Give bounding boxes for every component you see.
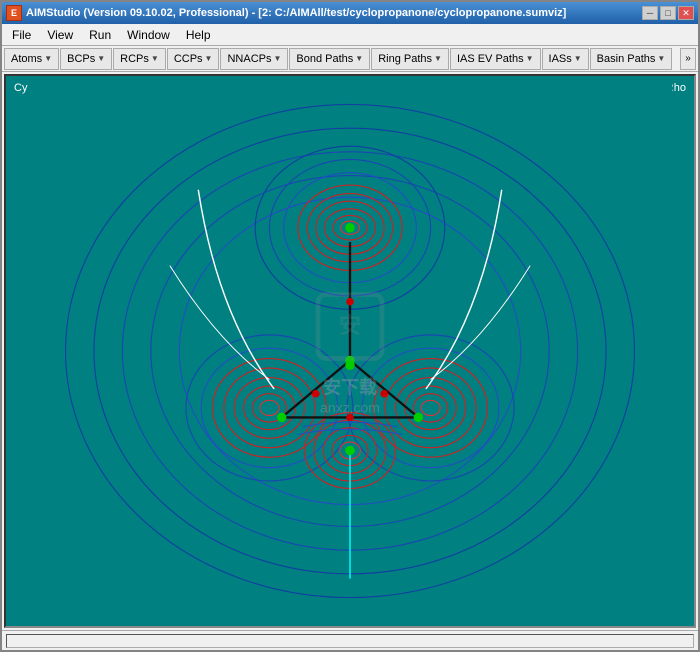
toolbar-iass-label: IASs bbox=[549, 53, 572, 65]
main-window: E AIMStudio (Version 09.10.02, Professio… bbox=[0, 0, 700, 652]
laplacian-visualization bbox=[6, 76, 694, 626]
ias-ev-paths-dropdown-arrow: ▼ bbox=[526, 54, 534, 63]
toolbar-ias-ev-paths-button[interactable]: IAS EV Paths ▼ bbox=[450, 48, 541, 70]
toolbar-basin-paths-label: Basin Paths bbox=[597, 53, 656, 65]
menu-item-view[interactable]: View bbox=[39, 26, 81, 44]
app-icon: E bbox=[6, 5, 22, 21]
toolbar-atoms-label: Atoms bbox=[11, 53, 42, 65]
title-bar: E AIMStudio (Version 09.10.02, Professio… bbox=[2, 2, 698, 24]
rcps-dropdown-arrow: ▼ bbox=[151, 54, 159, 63]
toolbar-rcps-button[interactable]: RCPs ▼ bbox=[113, 48, 166, 70]
bond-paths-dropdown-arrow: ▼ bbox=[355, 54, 363, 63]
toolbar-bcps-label: BCPs bbox=[67, 53, 95, 65]
toolbar-basin-paths-button[interactable]: Basin Paths ▼ bbox=[590, 48, 673, 70]
toolbar-overflow-button[interactable]: » bbox=[680, 48, 696, 70]
nnacps-dropdown-arrow: ▼ bbox=[273, 54, 281, 63]
bcps-dropdown-arrow: ▼ bbox=[97, 54, 105, 63]
status-bar bbox=[2, 630, 698, 650]
visualization-canvas[interactable]: Cyclopropanone HF/6-311G**/HF/6-311G** L… bbox=[4, 74, 696, 628]
window-title: AIMStudio (Version 09.10.02, Professiona… bbox=[26, 7, 566, 19]
toolbar-bond-paths-label: Bond Paths bbox=[296, 53, 353, 65]
title-controls: ─ □ ✕ bbox=[642, 6, 694, 20]
toolbar-iass-button[interactable]: IASs ▼ bbox=[542, 48, 589, 70]
menu-item-file[interactable]: File bbox=[4, 26, 39, 44]
toolbar: Atoms ▼ BCPs ▼ RCPs ▼ CCPs ▼ NNACPs ▼ Bo… bbox=[2, 46, 698, 72]
basin-paths-dropdown-arrow: ▼ bbox=[657, 54, 665, 63]
menu-bar: File View Run Window Help bbox=[2, 24, 698, 46]
toolbar-ring-paths-label: Ring Paths bbox=[378, 53, 432, 65]
toolbar-bcps-button[interactable]: BCPs ▼ bbox=[60, 48, 112, 70]
menu-item-help[interactable]: Help bbox=[178, 26, 219, 44]
toolbar-ias-ev-paths-label: IAS EV Paths bbox=[457, 53, 524, 65]
toolbar-nnacps-button[interactable]: NNACPs ▼ bbox=[220, 48, 288, 70]
iass-dropdown-arrow: ▼ bbox=[574, 54, 582, 63]
main-content: Cyclopropanone HF/6-311G**/HF/6-311G** L… bbox=[2, 72, 698, 630]
toolbar-atoms-button[interactable]: Atoms ▼ bbox=[4, 48, 59, 70]
menu-item-window[interactable]: Window bbox=[119, 26, 178, 44]
window-close-button[interactable]: ✕ bbox=[678, 6, 694, 20]
atoms-dropdown-arrow: ▼ bbox=[44, 54, 52, 63]
toolbar-ccps-button[interactable]: CCPs ▼ bbox=[167, 48, 220, 70]
window-minimize-button[interactable]: ─ bbox=[642, 6, 658, 20]
menu-item-run[interactable]: Run bbox=[81, 26, 119, 44]
ccps-dropdown-arrow: ▼ bbox=[205, 54, 213, 63]
window-maximize-button[interactable]: □ bbox=[660, 6, 676, 20]
status-bar-text bbox=[6, 634, 694, 648]
toolbar-bond-paths-button[interactable]: Bond Paths ▼ bbox=[289, 48, 370, 70]
title-bar-left: E AIMStudio (Version 09.10.02, Professio… bbox=[6, 5, 566, 21]
toolbar-ring-paths-button[interactable]: Ring Paths ▼ bbox=[371, 48, 449, 70]
toolbar-ccps-label: CCPs bbox=[174, 53, 203, 65]
toolbar-nnacps-label: NNACPs bbox=[227, 53, 271, 65]
ring-paths-dropdown-arrow: ▼ bbox=[434, 54, 442, 63]
toolbar-rcps-label: RCPs bbox=[120, 53, 149, 65]
